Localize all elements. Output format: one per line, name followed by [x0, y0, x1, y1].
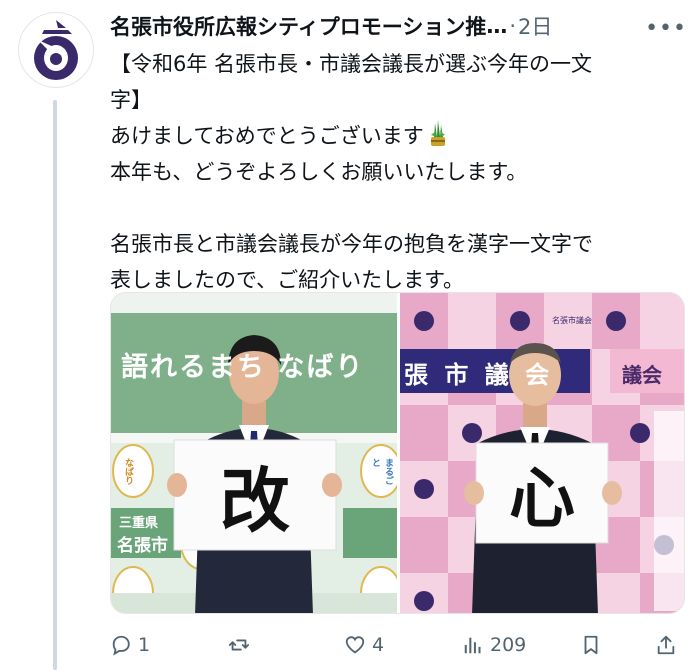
photo-mayor[interactable]: 語れるまち なばり 三重県 名張市 なばり まるごと 改: [111, 293, 397, 613]
city-logo-icon: [34, 20, 78, 80]
text-blank-line: [110, 190, 675, 226]
views-button[interactable]: 209: [462, 634, 526, 656]
calligraphy-kanji: 改: [220, 458, 290, 542]
more-options-icon[interactable]: •••: [645, 16, 687, 41]
text-line: 名張市長と市議会議長が今年の抱負を漢字一文字で: [110, 232, 593, 256]
tweet-content: 名張市役所広報シティプロモーション推 … · 2日 ••• 【令和6年 名張市長…: [110, 8, 687, 656]
photo-chair[interactable]: 張 市 議 会 議会 名張市議会 心: [397, 293, 684, 613]
wall-text: 張 市 議 会: [404, 360, 554, 389]
logo-text-small: まるごと: [370, 458, 393, 485]
text-line: 字】: [110, 88, 152, 112]
like-icon: [345, 636, 365, 654]
timestamp[interactable]: 2日: [518, 11, 552, 41]
banner-pref: 三重県: [119, 516, 159, 531]
text-line-content: あけましておめでとうございます: [110, 124, 424, 148]
avatar[interactable]: [18, 12, 94, 88]
share-button[interactable]: [655, 634, 677, 656]
like-count: 4: [372, 634, 385, 656]
calligraphy-kanji: 心: [509, 459, 575, 537]
like-button[interactable]: 4: [344, 634, 384, 656]
wall-text: 語れるまち なばり: [121, 352, 365, 383]
tweet-text: 【令和6年 名張市長・市議会議長が選ぶ今年の一文 字】 あけましておめでとうござ…: [110, 46, 675, 298]
retweet-icon: [228, 639, 250, 651]
text-line: 本年も、どうぞよろしくお願いいたします。: [110, 160, 528, 184]
tweet-header: 名張市役所広報シティプロモーション推 … · 2日: [110, 8, 685, 44]
action-bar: 1 4 209: [110, 628, 685, 664]
views-icon: [464, 637, 481, 654]
media-grid[interactable]: 語れるまち なばり 三重県 名張市 なばり まるごと 改 張 市 議 会 議会 …: [110, 292, 685, 614]
separator: ·: [509, 14, 517, 38]
views-count: 209: [490, 634, 527, 656]
reply-icon: [112, 635, 130, 656]
wall-text-right: 議会: [622, 363, 662, 387]
text-line: あけましておめでとうございます: [110, 118, 675, 154]
bookmark-button[interactable]: [580, 634, 602, 656]
logo-text: なばり: [123, 458, 133, 485]
text-line: 【令和6年 名張市長・市議会議長が選ぶ今年の一文: [110, 52, 593, 76]
tweet[interactable]: 名張市役所広報シティプロモーション推 … · 2日 ••• 【令和6年 名張市長…: [0, 0, 700, 670]
avatar-column: [18, 12, 94, 88]
display-name[interactable]: 名張市役所広報シティプロモーション推: [110, 11, 486, 41]
banner-city: 名張市: [117, 536, 168, 556]
reply-button[interactable]: 1: [110, 634, 150, 656]
council-label: 名張市議会: [552, 316, 592, 325]
thread-line: [53, 100, 57, 670]
retweet-button[interactable]: [228, 634, 256, 656]
name-ellipsis: …: [486, 14, 508, 38]
kadomatsu-icon: [430, 120, 445, 146]
share-icon: [657, 635, 675, 655]
bookmark-icon: [584, 635, 598, 655]
reply-count: 1: [138, 634, 151, 656]
